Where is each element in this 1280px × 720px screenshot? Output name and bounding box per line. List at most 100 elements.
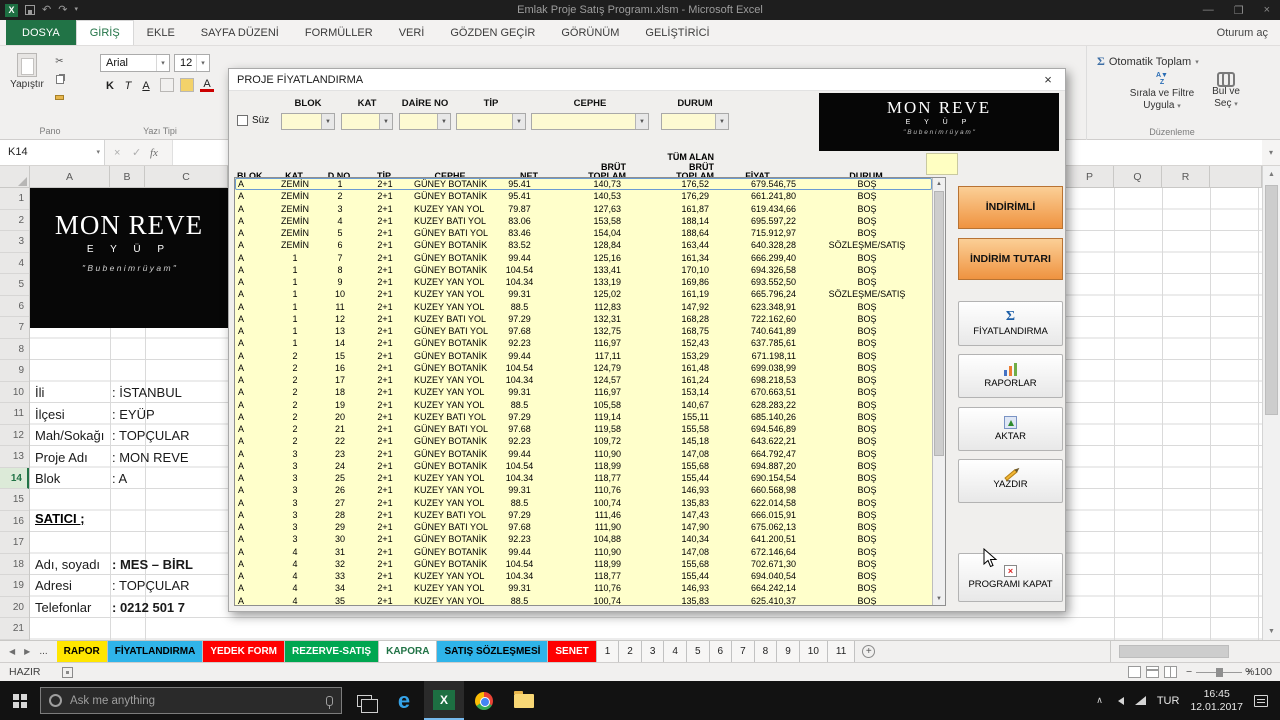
paste-button[interactable]: Yapıştır xyxy=(6,52,48,90)
chevron-down-icon[interactable]: ▼ xyxy=(715,114,728,129)
table-row[interactable]: A 3 23 2+1 GÜNEY BOTANİK 99.44 110,90 14… xyxy=(235,448,932,460)
row-header[interactable]: 12 xyxy=(0,425,29,447)
insert-function-icon[interactable]: fx xyxy=(150,140,158,165)
notification-center-icon[interactable] xyxy=(1254,694,1268,707)
table-row[interactable]: A 4 33 2+1 KUZEY YAN YOL 104.34 118,77 1… xyxy=(235,570,932,582)
ribbon-tab[interactable]: DOSYA xyxy=(6,20,76,45)
table-row[interactable]: A 1 8 2+1 GÜNEY BOTANİK 104.54 133,41 17… xyxy=(235,264,932,276)
scrollbar-thumb[interactable] xyxy=(934,191,944,456)
table-row[interactable]: A 3 30 2+1 GÜNEY BOTANİK 92.23 104,88 14… xyxy=(235,533,932,545)
sheet-tab[interactable]: 9 xyxy=(777,641,800,662)
print-button[interactable]: YAZDIR xyxy=(958,459,1063,503)
chevron-down-icon[interactable]: ▼ xyxy=(321,114,334,129)
scroll-down-icon[interactable]: ▼ xyxy=(933,593,945,605)
transfer-button[interactable]: AKTAR xyxy=(958,407,1063,451)
table-row[interactable]: A 1 9 2+1 KUZEY YAN YOL 104.34 133,19 16… xyxy=(235,276,932,288)
bold-button[interactable]: K xyxy=(102,78,118,94)
font-size-combo[interactable]: 12 ▾ xyxy=(174,54,210,72)
sheet-tab[interactable]: 1 xyxy=(596,641,620,662)
cell-seller-heading[interactable]: SATICI ; xyxy=(35,511,85,526)
sheet-tab[interactable]: 5 xyxy=(686,641,710,662)
table-row[interactable]: A ZEMİN 3 2+1 KUZEY YAN YOL 79.87 127,63… xyxy=(235,203,932,215)
table-row[interactable]: A 2 19 2+1 KUZEY YAN YOL 88.5 105,58 140… xyxy=(235,399,932,411)
ribbon-tab[interactable]: GİRİŞ xyxy=(75,20,134,45)
chevron-down-icon[interactable]: ▼ xyxy=(437,114,450,129)
table-row[interactable]: A 1 14 2+1 GÜNEY BOTANİK 92.23 116,97 15… xyxy=(235,337,932,349)
page-layout-view-icon[interactable] xyxy=(1146,666,1159,678)
table-row[interactable]: A 4 34 2+1 KUZEY YAN YOL 99.31 110,76 14… xyxy=(235,582,932,594)
sheet-tab[interactable]: SATIŞ SÖZLEŞMESİ xyxy=(437,641,549,662)
minimize-button[interactable]: — xyxy=(1203,4,1214,16)
network-icon[interactable] xyxy=(1134,696,1146,705)
ribbon-tab[interactable]: FORMÜLLER xyxy=(292,20,386,45)
row-header[interactable]: 4 xyxy=(0,253,29,275)
column-header[interactable]: C xyxy=(145,166,228,188)
checkbox-icon[interactable] xyxy=(237,115,248,126)
chevron-down-icon[interactable]: ▾ xyxy=(156,55,169,71)
table-row[interactable]: A 1 11 2+1 KUZEY YAN YOL 88.5 112,83 147… xyxy=(235,301,932,313)
column-header[interactable]: B xyxy=(110,166,145,188)
row-header[interactable]: 18 xyxy=(0,554,29,576)
filter-combo-durum[interactable]: ▼ xyxy=(661,113,729,130)
dialog-close-button[interactable]: × xyxy=(1033,69,1063,91)
sheet-tab[interactable]: 7 xyxy=(732,641,755,662)
row-header[interactable]: 6 xyxy=(0,296,29,318)
chevron-down-icon[interactable]: ▼ xyxy=(379,114,392,129)
table-row[interactable]: A 4 31 2+1 GÜNEY BOTANİK 99.44 110,90 14… xyxy=(235,546,932,558)
row-header[interactable]: 14 xyxy=(0,467,29,490)
copy-button[interactable] xyxy=(52,72,67,86)
column-header[interactable]: A xyxy=(30,166,110,188)
table-row[interactable]: A 1 10 2+1 KUZEY YAN YOL 99.31 125,02 16… xyxy=(235,288,932,300)
chevron-down-icon[interactable]: ▾ xyxy=(96,140,100,165)
sheet-tab[interactable]: 6 xyxy=(709,641,733,662)
sheet-tab[interactable]: 10 xyxy=(799,641,828,662)
pricing-table-body[interactable]: A ZEMİN 1 2+1 GÜNEY BOTANİK 95.41 140,73… xyxy=(235,178,932,605)
chrome-taskbar-button[interactable] xyxy=(464,681,504,720)
horizontal-scrollbar[interactable] xyxy=(1110,641,1280,662)
sheet-tab[interactable]: SENET xyxy=(548,641,597,662)
filter-combo-daireno[interactable]: ▼ xyxy=(399,113,451,130)
language-indicator[interactable]: TUR xyxy=(1157,695,1180,707)
table-row[interactable]: A 3 27 2+1 KUZEY YAN YOL 88.5 100,74 135… xyxy=(235,497,932,509)
ribbon-tab[interactable]: GÖZDEN GEÇİR xyxy=(437,20,548,45)
table-row[interactable]: A 2 18 2+1 KUZEY YAN YOL 99.31 116,97 15… xyxy=(235,386,932,398)
zoom-out-icon[interactable]: − xyxy=(1186,663,1192,681)
zoom-level[interactable]: %100 xyxy=(1245,663,1272,681)
volume-icon[interactable] xyxy=(1114,696,1124,705)
row-header[interactable]: 19 xyxy=(0,575,29,597)
row-header[interactable]: 8 xyxy=(0,339,29,361)
macro-record-icon[interactable] xyxy=(62,667,73,678)
column-header[interactable]: R xyxy=(1162,166,1210,188)
sheet-tab[interactable]: 11 xyxy=(827,641,856,662)
ribbon-tab[interactable]: EKLE xyxy=(134,20,188,45)
table-row[interactable]: A 3 29 2+1 GÜNEY BATI YOL 97.68 111,90 1… xyxy=(235,521,932,533)
row-header[interactable]: 1 xyxy=(0,188,29,210)
row-header[interactable]: 7 xyxy=(0,317,29,339)
sort-filter-button[interactable]: A▼ Z Sırala ve Filtre Uygula ▾ xyxy=(1127,72,1197,113)
borders-icon[interactable] xyxy=(160,78,174,92)
normal-view-icon[interactable] xyxy=(1128,666,1141,678)
vertical-scrollbar[interactable]: ▲ ▼ xyxy=(1262,166,1280,640)
ribbon-tab[interactable]: VERİ xyxy=(386,20,438,45)
row-header[interactable]: 16 xyxy=(0,511,29,533)
cut-button[interactable]: ✂ xyxy=(52,54,67,68)
row-header[interactable]: 2 xyxy=(0,210,29,232)
table-row[interactable]: A ZEMİN 2 2+1 GÜNEY BOTANİK 95.41 140,53… xyxy=(235,190,932,202)
find-select-button[interactable]: Bul ve Seç ▾ xyxy=(1201,72,1251,111)
table-row[interactable]: A 1 12 2+1 KUZEY BATI YOL 97.29 132,31 1… xyxy=(235,313,932,325)
cancel-formula-icon[interactable]: × xyxy=(114,140,120,165)
ribbon-tab[interactable]: GELİŞTİRİCİ xyxy=(632,20,722,45)
format-painter-button[interactable] xyxy=(52,90,67,104)
enter-formula-icon[interactable]: ✓ xyxy=(132,140,141,165)
close-program-button[interactable]: × PROGRAMI KAPAT xyxy=(958,553,1063,602)
select-all-corner[interactable] xyxy=(0,166,30,188)
sheet-tab[interactable]: FİYATLANDIRMA xyxy=(107,641,204,662)
row-header[interactable]: 17 xyxy=(0,532,29,554)
row-header[interactable]: 10 xyxy=(0,382,29,404)
table-row[interactable]: A 1 7 2+1 GÜNEY BOTANİK 99.44 125,16 161… xyxy=(235,252,932,264)
table-row[interactable]: A 3 25 2+1 KUZEY YAN YOL 104.34 118,77 1… xyxy=(235,472,932,484)
column-header[interactable] xyxy=(1210,166,1262,188)
sheet-tab[interactable]: KAPORA xyxy=(379,641,438,662)
row-header[interactable]: 13 xyxy=(0,446,29,468)
table-row[interactable]: A ZEMİN 1 2+1 GÜNEY BOTANİK 95.41 140,73… xyxy=(235,178,932,191)
